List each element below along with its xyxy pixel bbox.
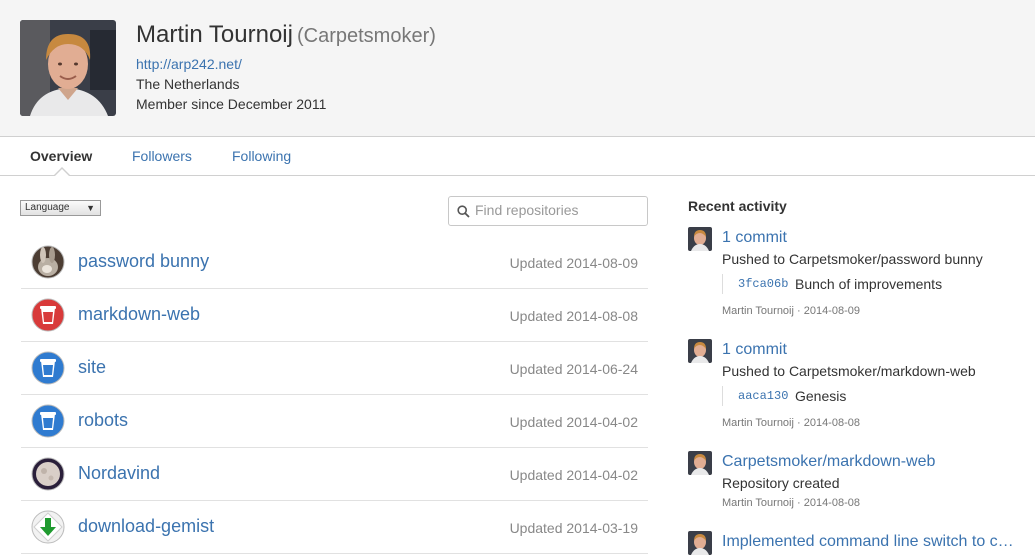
activity-avatar[interactable] (688, 531, 712, 555)
search-input[interactable] (475, 199, 641, 221)
language-select-label: Language (25, 202, 70, 213)
bunny-photo-icon (31, 245, 65, 279)
activity-meta: Martin Tournoij · 2014-08-08 (722, 417, 860, 429)
commit-message: Genesis (795, 388, 847, 404)
repository-updated: Updated 2014-06-24 (509, 361, 638, 377)
commit-sha-link[interactable]: 3fca06b (738, 277, 788, 291)
repository-search (448, 196, 648, 226)
moon-icon (31, 457, 65, 491)
tab-followers[interactable]: Followers (132, 137, 192, 175)
blue-cup-icon (31, 351, 65, 385)
profile-header: Martin Tournoij (Carpetsmoker) http://arp… (0, 0, 1035, 137)
activity-meta: Martin Tournoij · 2014-08-09 (722, 305, 860, 317)
language-select[interactable]: Language ▼ (20, 200, 101, 216)
repository-updated: Updated 2014-04-02 (509, 467, 638, 483)
recent-activity-heading: Recent activity (688, 198, 787, 214)
activity-description: Pushed to Carpetsmoker/markdown-web (722, 363, 976, 379)
repository-updated: Updated 2014-08-09 (509, 255, 638, 271)
profile-location: The Netherlands (136, 76, 240, 92)
profile-name: Martin Tournoij (136, 21, 293, 48)
activity-avatar[interactable] (688, 339, 712, 363)
activity-description: Pushed to Carpetsmoker/password bunny (722, 251, 983, 267)
activity-link[interactable]: 1 commit (722, 341, 787, 359)
repository-row[interactable]: robots Updated 2014-04-02 (21, 395, 648, 448)
search-icon (457, 205, 470, 218)
profile-member-since: Member since December 2011 (136, 96, 327, 112)
blue-cup-icon (31, 404, 65, 438)
download-arrow-icon (31, 510, 65, 544)
profile-website-link[interactable]: http://arp242.net/ (136, 54, 436, 74)
repository-name-link[interactable]: markdown-web (78, 304, 200, 325)
repository-updated: Updated 2014-03-19 (509, 520, 638, 536)
repository-name-link[interactable]: robots (78, 410, 128, 431)
repository-name-link[interactable]: download-gemist (78, 516, 214, 537)
repository-name-link[interactable]: Nordavind (78, 463, 160, 484)
activity-description: Repository created (722, 475, 840, 491)
repository-list: password bunny Updated 2014-08-09 markdo… (21, 236, 648, 554)
repository-updated: Updated 2014-04-02 (509, 414, 638, 430)
activity-avatar[interactable] (688, 451, 712, 475)
avatar (20, 20, 116, 116)
profile-username: (Carpetsmoker) (296, 25, 436, 47)
commit-message: Bunch of improvements (795, 276, 943, 292)
activity-avatar[interactable] (688, 227, 712, 251)
repository-row[interactable]: Nordavind Updated 2014-04-02 (21, 448, 648, 501)
repository-row[interactable]: password bunny Updated 2014-08-09 (21, 236, 648, 289)
repository-updated: Updated 2014-08-08 (509, 308, 638, 324)
activity-link[interactable]: Carpetsmoker/markdown-web (722, 453, 935, 471)
activity-link[interactable]: Implemented command line switch to c… (722, 533, 1015, 551)
repository-row[interactable]: markdown-web Updated 2014-08-08 (21, 289, 648, 342)
commit-sha-link[interactable]: aaca130 (738, 389, 788, 403)
repository-name-link[interactable]: password bunny (78, 251, 209, 272)
activity-meta: Martin Tournoij · 2014-08-08 (722, 497, 860, 509)
tab-following[interactable]: Following (232, 137, 291, 175)
red-cup-icon (31, 298, 65, 332)
dropdown-arrow-icon: ▼ (86, 203, 95, 213)
repository-row[interactable]: site Updated 2014-06-24 (21, 342, 648, 395)
profile-tabs: Overview Followers Following (0, 137, 1035, 176)
repository-row[interactable]: download-gemist Updated 2014-03-19 (21, 501, 648, 554)
activity-link[interactable]: 1 commit (722, 229, 787, 247)
repository-name-link[interactable]: site (78, 357, 106, 378)
